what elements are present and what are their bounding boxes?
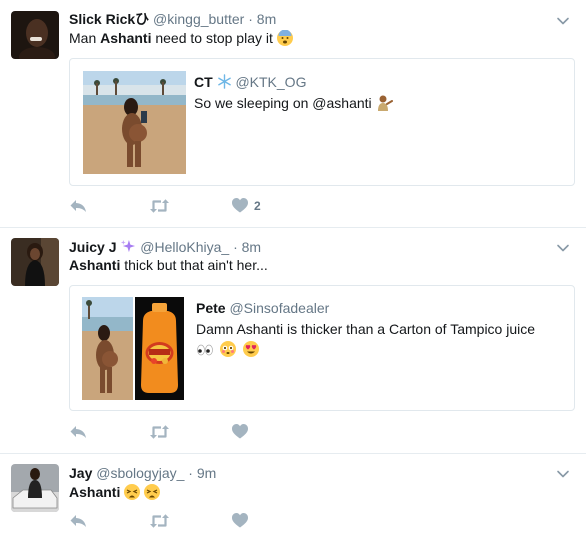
separator-dot: ·	[233, 239, 238, 255]
fearful-face-emoji	[276, 30, 293, 46]
display-name[interactable]: Juicy J	[69, 239, 116, 255]
avatar[interactable]	[11, 11, 59, 59]
retweet-button[interactable]	[149, 424, 170, 440]
username[interactable]: @kingg_butter	[153, 11, 244, 27]
tweet-text: Man Ashanti need to stop play it	[69, 29, 293, 48]
display-name[interactable]: Slick Rickひ	[69, 11, 149, 27]
like-button[interactable]	[232, 424, 248, 439]
quoted-header: Pete @Sinsofadealer	[196, 299, 329, 317]
quoted-text-body: Damn Ashanti is thicker than a Carton of…	[196, 321, 536, 337]
like-count: 2	[254, 198, 261, 213]
tweet-header: Juicy J @HelloKhiya_ · 8m	[69, 238, 261, 256]
reply-button[interactable]	[69, 513, 87, 529]
tweet-header: Jay @sbologyjay_ · 9m	[69, 464, 216, 482]
timestamp[interactable]: 8m	[257, 11, 276, 27]
highlight-keyword: Ashanti	[69, 257, 121, 273]
text-prefix: Man	[69, 30, 101, 46]
quoted-header: CT @KTK_OG	[194, 73, 306, 91]
reply-icon	[70, 515, 86, 527]
quoted-display-name[interactable]: CT	[194, 74, 213, 90]
quoted-tweet[interactable]: Pete @Sinsofadealer Damn Ashanti is thic…	[69, 285, 575, 411]
quoted-text: Damn Ashanti is thicker than a Carton of…	[196, 320, 535, 339]
like-button[interactable]	[232, 513, 248, 528]
username[interactable]: @sbologyjay_	[96, 465, 184, 481]
tweet-actions	[69, 513, 369, 533]
quoted-username[interactable]: @KTK_OG	[235, 74, 306, 90]
quoted-media[interactable]	[83, 71, 186, 174]
reply-icon	[70, 426, 86, 438]
retweet-button[interactable]	[149, 513, 170, 529]
tweet[interactable]: Juicy J @HelloKhiya_ · 8m Ashanti thick …	[0, 228, 586, 454]
tweet-actions: 2	[69, 198, 369, 218]
retweet-icon	[150, 199, 169, 213]
display-name[interactable]: Jay	[69, 465, 92, 481]
flushed-face-emoji	[220, 341, 237, 357]
reply-button[interactable]	[69, 198, 87, 214]
reply-button[interactable]	[69, 424, 87, 440]
retweet-icon	[150, 425, 169, 439]
caret-down-icon[interactable]	[556, 14, 570, 28]
quoted-display-name[interactable]: Pete	[196, 300, 226, 316]
tweet-header: Slick Rickひ @kingg_butter · 8m	[69, 10, 276, 28]
like-icon	[232, 513, 248, 528]
caret-down-icon[interactable]	[556, 241, 570, 255]
avatar[interactable]	[11, 238, 59, 286]
tweet-text: Ashanti	[69, 483, 161, 502]
caret-down-icon[interactable]	[556, 467, 570, 481]
sparkles-icon	[121, 239, 136, 253]
timestamp[interactable]: 8m	[242, 239, 261, 255]
quoted-media-1[interactable]	[82, 297, 133, 400]
tweet[interactable]: Jay @sbologyjay_ · 9m Ashanti	[0, 454, 586, 544]
snowflake-icon	[217, 74, 231, 89]
separator-dot: ·	[248, 11, 253, 27]
username[interactable]: @HelloKhiya_	[140, 239, 229, 255]
tired-face-emoji	[124, 484, 141, 500]
tweet-actions	[69, 424, 369, 444]
like-icon	[232, 424, 248, 439]
heart-eyes-emoji	[242, 341, 259, 357]
text-rest: thick but that ain't her...	[120, 257, 268, 273]
retweet-icon	[150, 514, 169, 528]
tweet[interactable]: Slick Rickひ @kingg_butter · 8m Man Ashan…	[0, 0, 586, 228]
timestamp[interactable]: 9m	[197, 465, 216, 481]
quoted-emoji-row	[196, 341, 259, 359]
tired-face-emoji	[144, 484, 161, 500]
separator-dot: ·	[188, 465, 193, 481]
retweet-button[interactable]	[149, 198, 170, 214]
highlight-keyword: Ashanti	[69, 484, 121, 500]
quoted-media-2[interactable]	[135, 297, 184, 400]
quoted-tweet[interactable]: CT @KTK_OG So we sleeping on @ashanti	[69, 58, 575, 186]
timeline: Slick Rickひ @kingg_butter · 8m Man Ashan…	[0, 0, 586, 544]
eyes-emoji	[197, 344, 213, 356]
like-icon	[232, 198, 248, 213]
like-button[interactable]: 2	[232, 198, 261, 213]
text-rest: need to stop play it	[151, 30, 273, 46]
reply-icon	[70, 200, 86, 212]
quoted-username[interactable]: @Sinsofadealer	[229, 300, 329, 316]
person-tipping-hand-emoji	[377, 95, 393, 111]
avatar[interactable]	[11, 464, 59, 512]
highlight-keyword: Ashanti	[100, 30, 152, 46]
quoted-text-body: So we sleeping on @ashanti	[194, 95, 372, 111]
tweet-text: Ashanti thick but that ain't her...	[69, 256, 268, 275]
quoted-text: So we sleeping on @ashanti	[194, 94, 393, 113]
